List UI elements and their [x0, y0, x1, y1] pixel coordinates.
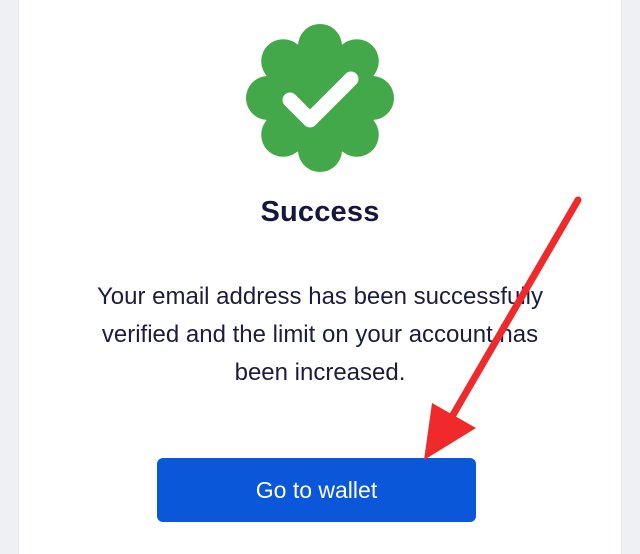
dialog-message: Your email address has been successfully…: [96, 283, 544, 386]
go-to-wallet-button[interactable]: Go to wallet: [157, 458, 476, 522]
dialog-title: Success: [260, 196, 380, 228]
verified-check-badge-icon: [246, 24, 394, 172]
